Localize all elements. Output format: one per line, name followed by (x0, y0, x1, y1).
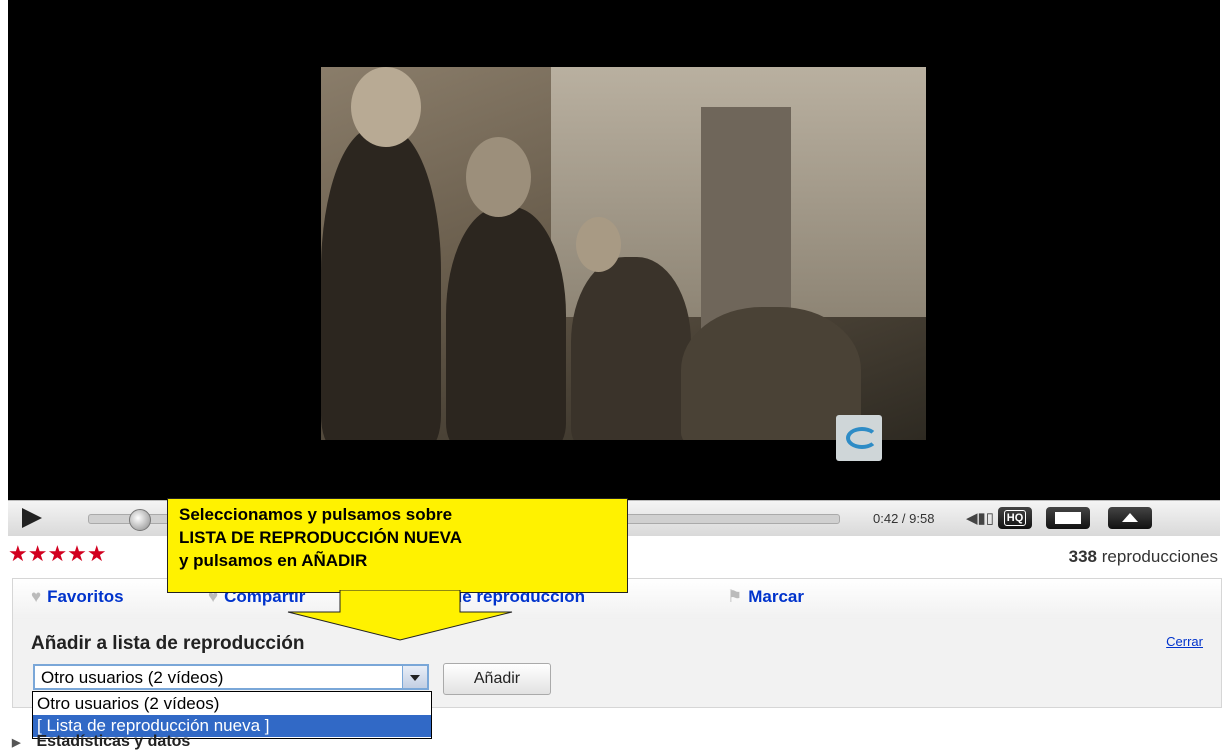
video-person-head (466, 137, 531, 217)
volume-icon[interactable]: ◀▮▯ (966, 509, 994, 527)
video-player[interactable] (8, 0, 1220, 535)
video-crowd (681, 307, 861, 440)
widescreen-button[interactable] (1046, 507, 1090, 529)
flag-icon: ⚑ (727, 587, 743, 606)
video-person-head (351, 67, 421, 147)
dropdown-option[interactable]: Otro usuarios (2 vídeos) (33, 693, 431, 715)
tab-favoritos[interactable]: ♥ Favoritos (31, 587, 124, 607)
instruction-callout: Seleccionamos y pulsamos sobre LISTA DE … (167, 498, 628, 593)
widescreen-icon (1055, 512, 1081, 524)
rating-stars[interactable]: ★★★★★ (8, 541, 107, 567)
callout-line-1: Seleccionamos y pulsamos sobre (179, 505, 453, 524)
progress-thumb[interactable] (129, 509, 151, 531)
stats-toggle[interactable]: ▶ Estadísticas y datos (12, 733, 190, 751)
video-person-head (576, 217, 621, 272)
callout-line-2: LISTA DE REPRODUCCIÓN NUEVA (179, 528, 463, 547)
add-button[interactable]: Añadir (443, 663, 551, 695)
heart-icon: ♥ (31, 587, 42, 606)
view-count-label: reproducciones (1101, 547, 1218, 566)
video-person (571, 257, 691, 440)
fullscreen-icon (1122, 513, 1138, 522)
hq-button[interactable]: HQ (998, 507, 1032, 529)
play-icon[interactable] (22, 508, 42, 528)
view-count: 338 reproducciones (1069, 547, 1218, 567)
panel-title: Añadir a lista de reproducción (31, 633, 305, 654)
hq-label: HQ (1003, 510, 1027, 526)
time-display: 0:42 / 9:58 (873, 511, 935, 526)
callout-line-3: y pulsamos en AÑADIR (179, 551, 368, 570)
close-link[interactable]: Cerrar (1166, 634, 1203, 649)
fullscreen-button[interactable] (1108, 507, 1152, 529)
playlist-select[interactable]: Otro usuarios (2 vídeos) (33, 664, 429, 690)
callout-arrow-icon (287, 590, 513, 641)
select-value: Otro usuarios (2 vídeos) (41, 668, 224, 687)
chevron-down-icon[interactable] (402, 666, 427, 688)
channel-logo-icon (836, 415, 882, 461)
tab-marcar[interactable]: ⚑ Marcar (727, 587, 804, 607)
view-count-number: 338 (1068, 547, 1098, 566)
tab-label: Marcar (748, 587, 805, 606)
video-person (321, 127, 441, 440)
stats-label: Estadísticas y datos (36, 733, 191, 750)
playlist-dropdown: Otro usuarios (2 vídeos) [ Lista de repr… (32, 691, 432, 739)
tab-label: Favoritos (47, 587, 124, 606)
triangle-right-icon: ▶ (12, 737, 21, 749)
video-frame[interactable] (321, 67, 926, 440)
video-person (446, 207, 566, 440)
